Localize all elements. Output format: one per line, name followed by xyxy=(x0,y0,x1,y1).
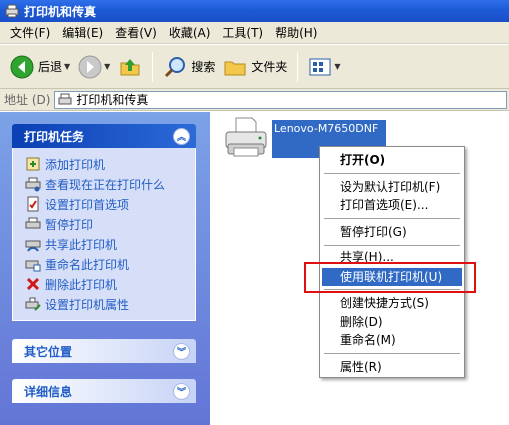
rename-printer-icon xyxy=(25,256,41,272)
printer-folder-icon xyxy=(58,93,72,104)
menu-create-shortcut[interactable]: 创建快捷方式(S) xyxy=(322,294,462,312)
menu-separator xyxy=(324,218,460,219)
expand-icon[interactable]: ︾ xyxy=(173,342,190,360)
task-pane: 打印机任务 ︽ 添加打印机 查看现在正在打印什么 设置打印首选项 暂停打印 共享… xyxy=(0,112,210,425)
menu-open[interactable]: 打开(O) xyxy=(322,151,462,169)
address-bar: 地址 (D) 打印机和传真 xyxy=(0,89,509,111)
print-queue-icon xyxy=(25,176,41,192)
other-places-title: 其它位置 xyxy=(24,344,73,359)
menu-separator xyxy=(324,353,460,354)
menu-printing-preferences[interactable]: 打印首选项(E)... xyxy=(322,196,462,214)
menu-rename[interactable]: 重命名(M) xyxy=(322,331,462,349)
task-label: 共享此打印机 xyxy=(45,237,118,252)
other-places-panel: 其它位置 ︾ xyxy=(12,339,196,363)
printer-tasks-title: 打印机任务 xyxy=(24,129,85,144)
menu-separator xyxy=(324,173,460,174)
title-bar: 打印机和传真 xyxy=(0,0,509,22)
folders-button[interactable]: 文件夹 xyxy=(219,50,291,84)
menu-favorites[interactable]: 收藏(A) xyxy=(163,23,217,43)
toolbar-separator xyxy=(152,51,154,82)
views-button[interactable]: ▼ xyxy=(304,50,344,84)
details-panel: 详细信息 ︾ xyxy=(12,379,196,403)
printer-folder-icon xyxy=(5,4,19,18)
task-label: 添加打印机 xyxy=(45,157,106,172)
properties-icon xyxy=(25,296,41,312)
menu-set-default[interactable]: 设为默认打印机(F) xyxy=(322,178,462,196)
task-label: 设置打印机属性 xyxy=(45,297,130,312)
task-see-printing[interactable]: 查看现在正在打印什么 xyxy=(25,174,195,194)
task-add-printer[interactable]: 添加打印机 xyxy=(25,154,195,174)
other-places-header[interactable]: 其它位置 ︾ xyxy=(12,339,196,363)
printer-tasks-header[interactable]: 打印机任务 ︽ xyxy=(12,124,196,148)
back-arrow-icon xyxy=(10,55,34,78)
address-field[interactable]: 打印机和传真 xyxy=(54,90,507,109)
collapse-icon[interactable]: ︽ xyxy=(173,127,190,145)
toolbar-separator xyxy=(297,51,299,82)
highlight-annotation-box xyxy=(304,262,476,293)
task-label: 设置打印首选项 xyxy=(45,197,130,212)
pause-printer-icon xyxy=(25,216,41,232)
menu-file[interactable]: 文件(F) xyxy=(4,23,56,43)
task-label: 暂停打印 xyxy=(45,217,94,232)
views-icon xyxy=(309,58,331,75)
folder-icon xyxy=(224,61,246,75)
address-value: 打印机和传真 xyxy=(76,93,149,107)
forward-dropdown-icon[interactable]: ▼ xyxy=(104,62,110,71)
menu-separator xyxy=(324,245,460,246)
task-share-printer[interactable]: 共享此打印机 xyxy=(25,234,195,254)
task-label: 查看现在正在打印什么 xyxy=(45,177,166,192)
search-label: 搜索 xyxy=(191,60,216,74)
task-rename-printer[interactable]: 重命名此打印机 xyxy=(25,254,195,274)
menu-view[interactable]: 查看(V) xyxy=(109,23,163,43)
menu-bar: 文件(F) 编辑(E) 查看(V) 收藏(A) 工具(T) 帮助(H) xyxy=(0,22,509,44)
preferences-icon xyxy=(25,196,41,212)
share-printer-icon xyxy=(25,236,41,252)
add-printer-icon xyxy=(25,156,41,172)
task-printing-preferences[interactable]: 设置打印首选项 xyxy=(25,194,195,214)
details-title: 详细信息 xyxy=(24,384,73,399)
up-folder-button[interactable] xyxy=(114,50,146,84)
task-printer-properties[interactable]: 设置打印机属性 xyxy=(25,294,195,314)
views-dropdown-icon[interactable]: ▼ xyxy=(334,62,340,71)
back-label: 后退 xyxy=(38,60,63,74)
menu-delete[interactable]: 删除(D) xyxy=(322,313,462,331)
task-label: 重命名此打印机 xyxy=(45,257,130,272)
toolbar: 后退 ▼ ▼ 搜索 文件夹 ▼ xyxy=(0,45,509,89)
printer-icon[interactable] xyxy=(222,114,270,162)
delete-icon xyxy=(25,276,41,292)
search-icon xyxy=(165,56,186,77)
menu-tools[interactable]: 工具(T) xyxy=(216,23,269,43)
menu-properties[interactable]: 属性(R) xyxy=(322,358,462,376)
printer-tasks-panel: 打印机任务 ︽ 添加打印机 查看现在正在打印什么 设置打印首选项 暂停打印 共享… xyxy=(12,124,196,321)
address-label: 地址 (D) xyxy=(4,93,51,107)
task-pause-printing[interactable]: 暂停打印 xyxy=(25,214,195,234)
task-label: 删除此打印机 xyxy=(45,277,118,292)
expand-icon[interactable]: ︾ xyxy=(173,382,190,400)
folders-label: 文件夹 xyxy=(251,60,288,74)
details-header[interactable]: 详细信息 ︾ xyxy=(12,379,196,403)
back-dropdown-icon[interactable]: ▼ xyxy=(64,62,70,71)
up-folder-icon xyxy=(120,58,140,75)
forward-button[interactable]: ▼ xyxy=(74,50,114,84)
menu-pause-printing[interactable]: 暂停打印(G) xyxy=(322,223,462,241)
back-button[interactable]: 后退 ▼ xyxy=(6,50,74,84)
task-delete-printer[interactable]: 删除此打印机 xyxy=(25,274,195,294)
menu-help[interactable]: 帮助(H) xyxy=(269,23,323,43)
forward-arrow-icon xyxy=(78,55,102,78)
menu-edit[interactable]: 编辑(E) xyxy=(56,23,109,43)
window-title: 打印机和传真 xyxy=(24,4,97,19)
search-button[interactable]: 搜索 xyxy=(159,50,219,84)
printer-tasks-body: 添加打印机 查看现在正在打印什么 设置打印首选项 暂停打印 共享此打印机 重命名… xyxy=(12,148,196,321)
